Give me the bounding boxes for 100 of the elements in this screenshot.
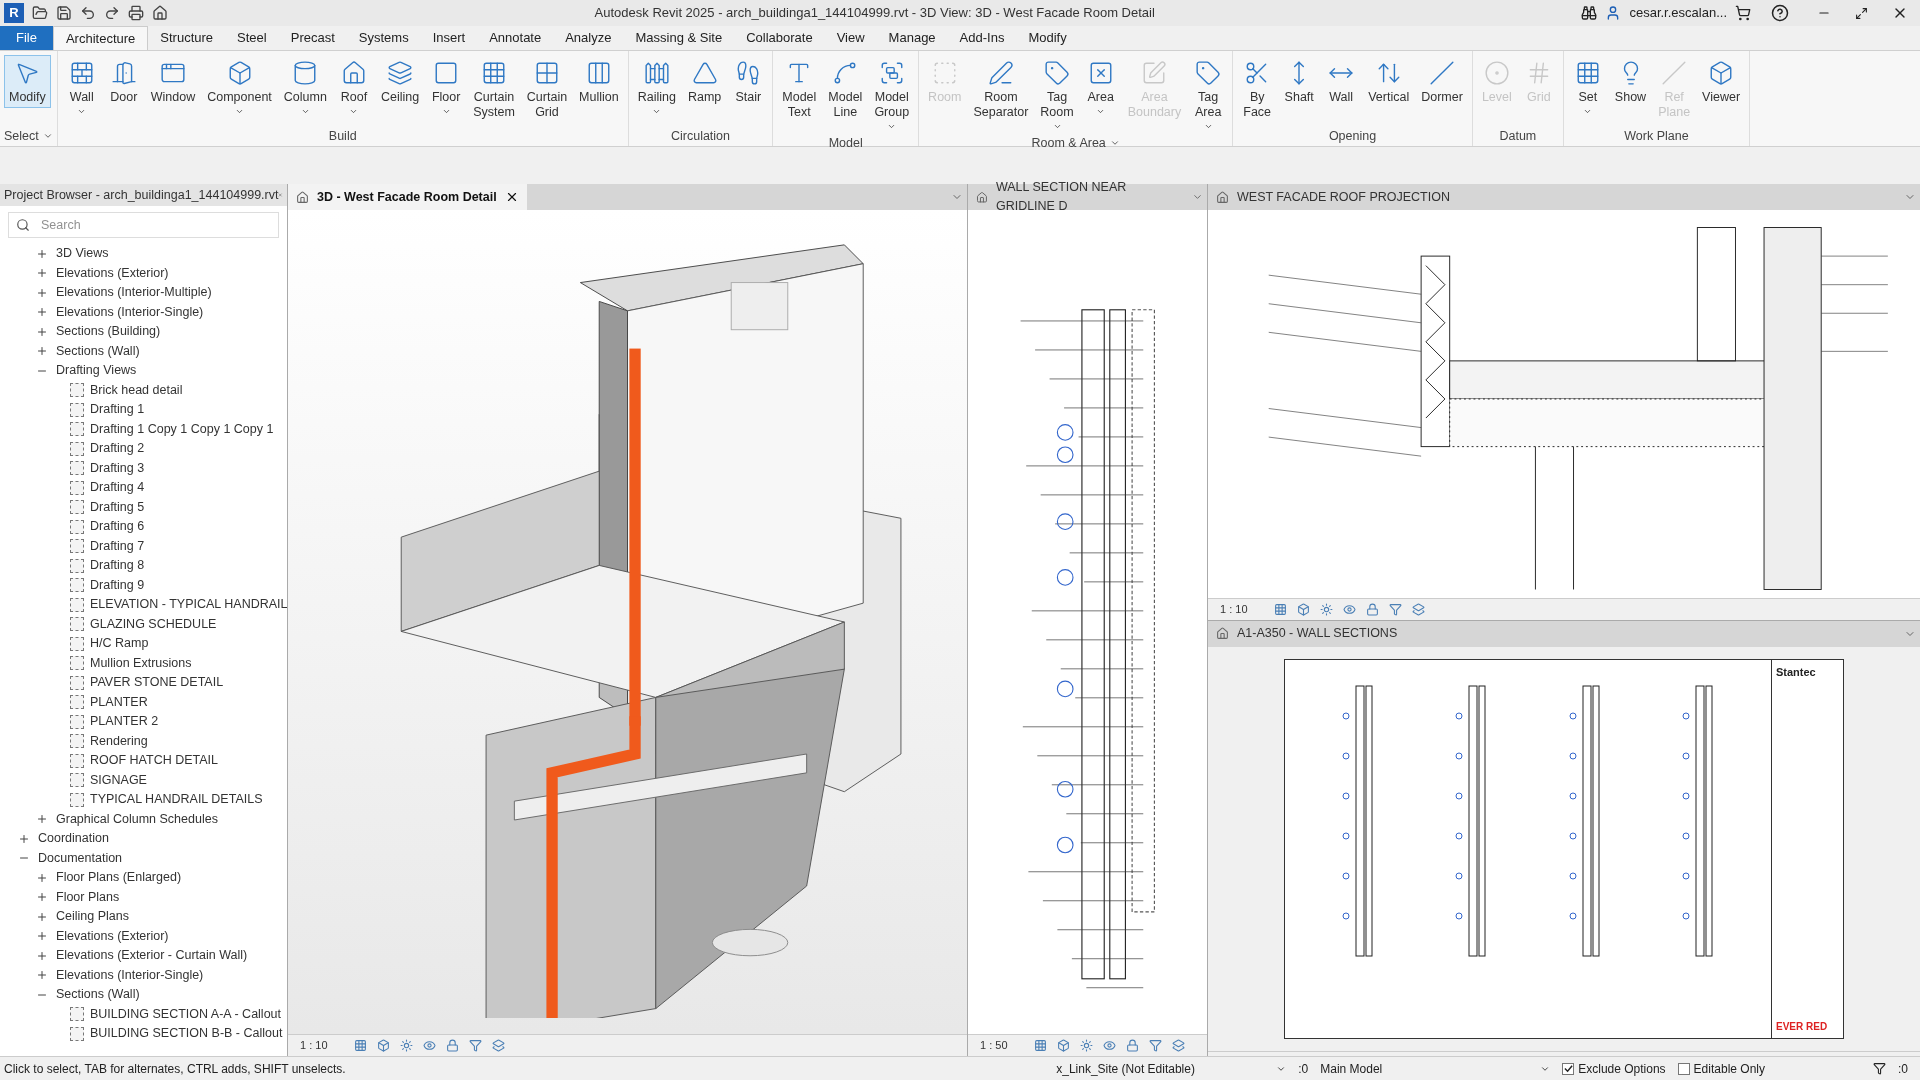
expand-icon[interactable]	[36, 930, 48, 943]
view-control-icon[interactable]	[1342, 602, 1356, 616]
tree-item[interactable]: ELEVATION - TYPICAL HANDRAIL	[90, 595, 287, 615]
tree-item[interactable]: Documentation	[38, 848, 123, 868]
tree-item[interactable]: GLAZING SCHEDULE	[90, 614, 217, 634]
view-control-icon[interactable]	[1125, 1039, 1139, 1052]
ribbon-tool[interactable]: Stair	[728, 55, 769, 108]
panel-title[interactable]: Opening	[1237, 126, 1468, 146]
tree-item[interactable]: Drafting Views	[56, 361, 137, 381]
tree-item[interactable]: PLANTER 2	[90, 712, 159, 732]
tree-item[interactable]: Ceiling Plans	[56, 907, 129, 927]
tree-item[interactable]: Graphical Column Schedules	[56, 809, 218, 829]
expand-icon[interactable]	[36, 813, 48, 826]
ribbon-tab[interactable]: Systems	[346, 26, 421, 50]
tree-item[interactable]: Drafting 3	[90, 458, 145, 478]
tree-item[interactable]: Coordination	[38, 829, 109, 849]
expand-icon[interactable]	[36, 247, 48, 260]
tree-item[interactable]: Drafting 6	[90, 517, 145, 537]
tree-item[interactable]: Sections (Building)	[56, 322, 161, 342]
ribbon-tool[interactable]: Room Separator	[968, 55, 1034, 123]
tree-item[interactable]: Drafting 5	[90, 497, 145, 517]
view-control-icon[interactable]	[1033, 1039, 1047, 1052]
ribbon-tool[interactable]: Roof	[333, 55, 374, 119]
tree-item[interactable]: Drafting 9	[90, 575, 145, 595]
ribbon-tab[interactable]: Structure	[148, 26, 226, 50]
tree-item[interactable]: Rendering	[90, 731, 148, 751]
tree-item[interactable]: Elevations (Interior-Multiple)	[56, 283, 212, 303]
view-control-icon[interactable]	[468, 1039, 482, 1052]
filter-icon[interactable]	[1873, 1062, 1886, 1075]
ribbon-tab[interactable]: File	[0, 26, 53, 50]
panel-title[interactable]: Room & Area	[923, 134, 1229, 153]
view-control-icon[interactable]	[1296, 602, 1310, 616]
ribbon-tool[interactable]: Mullion	[574, 55, 624, 108]
tree-item[interactable]: Drafting 8	[90, 556, 145, 576]
tree-item[interactable]: Elevations (Interior-Single)	[56, 302, 204, 322]
workset-field[interactable]: x_Link_Site (Not Editable)	[1056, 1059, 1287, 1078]
ribbon-tool[interactable]: Column	[278, 55, 332, 119]
tree-item[interactable]: TYPICAL HANDRAIL DETAILS	[90, 790, 263, 810]
toolbar-icon[interactable]	[128, 5, 144, 21]
tree-item[interactable]: PAVER STONE DETAIL	[90, 673, 224, 693]
tree-item[interactable]: 3D Views	[56, 244, 109, 264]
tree-item[interactable]: Elevations (Interior-Single)	[56, 965, 204, 985]
ribbon-tab[interactable]: Manage	[876, 26, 948, 50]
expand-icon[interactable]	[18, 832, 30, 845]
expand-icon[interactable]	[36, 910, 48, 923]
expand-icon[interactable]	[36, 286, 48, 299]
tree-item[interactable]: Elevations (Exterior - Curtain Wall)	[56, 946, 248, 966]
view-control-icon[interactable]	[353, 1039, 367, 1052]
search-field[interactable]: Search	[8, 212, 279, 238]
ribbon-tool[interactable]: Ramp	[682, 55, 727, 108]
expand-icon[interactable]	[36, 969, 48, 982]
ribbon-tab[interactable]: Steel	[225, 26, 279, 50]
ribbon-tab[interactable]: Annotate	[477, 26, 554, 50]
view-control-icon[interactable]	[1148, 1039, 1162, 1052]
panel-title[interactable]: Model	[777, 134, 915, 153]
tree-item[interactable]: SIGNAGE	[90, 770, 147, 790]
view-control-icon[interactable]	[376, 1039, 390, 1052]
tree-item[interactable]: H/C Ramp	[90, 634, 149, 654]
tree-item[interactable]: Brick head detail	[90, 380, 183, 400]
tree-item[interactable]: Drafting 1 Copy 1 Copy 1 Copy 1	[90, 419, 274, 439]
document-tab[interactable]: 3D - West Facade Room Detail	[288, 184, 527, 210]
ribbon-tool[interactable]: Model Text	[777, 55, 822, 123]
ribbon-tool[interactable]: Model Line	[823, 55, 868, 123]
panel-title[interactable]: Work Plane	[1567, 126, 1746, 146]
view-control-icon[interactable]	[1411, 602, 1425, 616]
ribbon-tab[interactable]: Modify	[1016, 26, 1079, 50]
tree-item[interactable]: Drafting 1	[90, 400, 145, 420]
view-control-icon[interactable]	[445, 1039, 459, 1052]
toolbar-icon[interactable]	[80, 5, 96, 21]
toolbar-icon[interactable]	[32, 5, 48, 21]
restore-icon[interactable]	[1855, 6, 1868, 20]
design-option-field[interactable]: Main Model	[1320, 1059, 1551, 1078]
view-control-icon[interactable]	[399, 1039, 413, 1052]
view-control-icon[interactable]	[1273, 602, 1287, 616]
ribbon-tool[interactable]: By Face	[1237, 55, 1278, 123]
help-icon[interactable]	[1771, 4, 1789, 22]
view-control-icon[interactable]	[491, 1039, 505, 1052]
ribbon-tool[interactable]: Tag Room	[1035, 55, 1079, 134]
ribbon-tool[interactable]: Railing	[632, 55, 681, 119]
tree-item[interactable]: Elevations (Exterior)	[56, 263, 169, 283]
ribbon-tab[interactable]: Precast	[278, 26, 347, 50]
ribbon-tab[interactable]: Architecture	[52, 26, 149, 50]
expand-icon[interactable]	[36, 325, 48, 338]
binoculars-icon[interactable]	[1581, 5, 1598, 21]
expand-icon[interactable]	[36, 949, 48, 962]
tree-item[interactable]: Drafting 2	[90, 439, 145, 459]
expand-icon[interactable]	[36, 345, 48, 358]
ribbon-tool[interactable]: Set	[1567, 55, 1608, 119]
ribbon-tab[interactable]: Collaborate	[734, 26, 825, 50]
toolbar-icon[interactable]	[56, 5, 72, 21]
ribbon-tool[interactable]: Dormer	[1416, 55, 1468, 108]
ribbon-tool[interactable]: Tag Area	[1188, 55, 1229, 134]
view-control-icon[interactable]	[1171, 1039, 1185, 1052]
ribbon-tab[interactable]: Massing & Site	[623, 26, 735, 50]
ribbon-tool[interactable]: Component	[202, 55, 277, 119]
ribbon-tool[interactable]: Curtain System	[468, 55, 520, 123]
tree-item[interactable]: Drafting 7	[90, 536, 145, 556]
tree-item[interactable]: Sections (Wall)	[56, 985, 140, 1005]
ribbon-tool[interactable]: Door	[103, 55, 144, 108]
tree-item[interactable]: ROOF HATCH DETAIL	[90, 751, 218, 771]
